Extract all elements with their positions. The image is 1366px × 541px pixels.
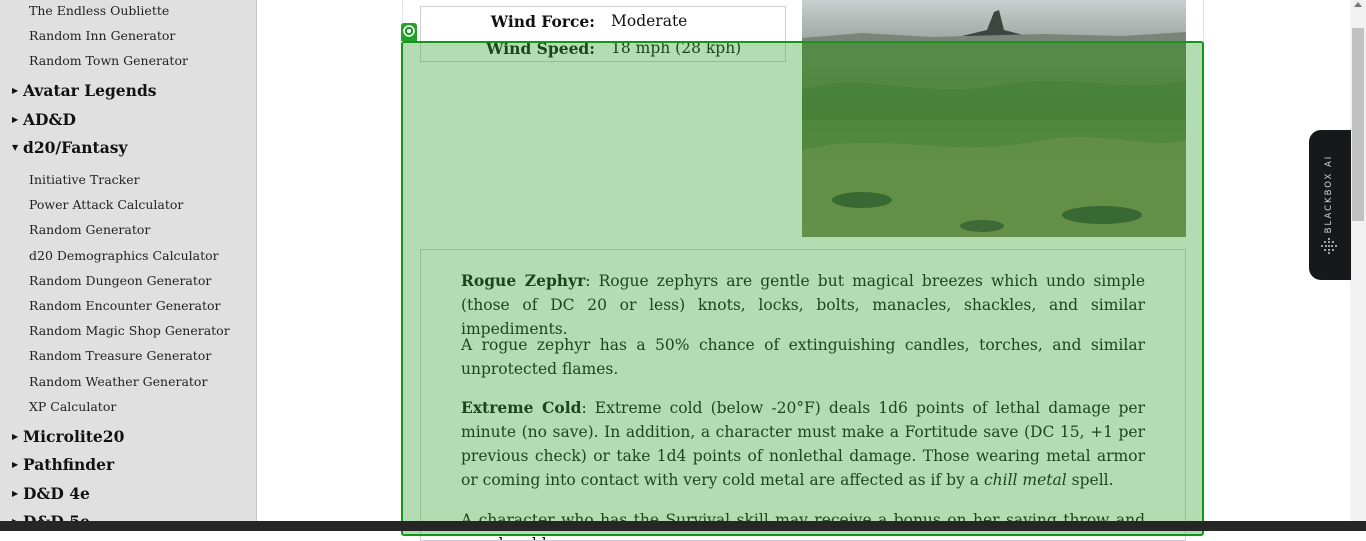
extreme-cold-term: Extreme Cold — [461, 398, 582, 417]
wind-speed-label: Wind Speed: — [486, 39, 595, 58]
sidebar-category-label: AD&D — [23, 110, 76, 129]
caret-right-icon: ▶ — [12, 488, 19, 498]
sidebar-category-label: Avatar Legends — [23, 81, 157, 100]
sidebar-category-dnd-4e[interactable]: ▶ D&D 4e — [12, 484, 90, 503]
wind-force-row: Wind Force: Moderate — [421, 12, 785, 36]
sidebar-category-label: D&D 5e — [23, 512, 90, 521]
scroll-thumb[interactable] — [1352, 28, 1364, 221]
sidebar-item-random-generator[interactable]: Random Generator — [29, 222, 150, 237]
rogue-zephyr-term: Rogue Zephyr — [461, 271, 586, 290]
landscape-image — [802, 0, 1186, 237]
sidebar-nav: The Endless Oubliette Random Inn Generat… — [0, 0, 257, 521]
sidebar-item-random-inn-generator[interactable]: Random Inn Generator — [29, 28, 175, 43]
description-box: Rogue Zephyr: Rogue zephyrs are gentle b… — [420, 249, 1186, 541]
caret-right-icon: ▶ — [12, 114, 19, 124]
sidebar-item-random-treasure-generator[interactable]: Random Treasure Generator — [29, 348, 211, 363]
sidebar-item-random-dungeon-generator[interactable]: Random Dungeon Generator — [29, 273, 211, 288]
sidebar-category-add[interactable]: ▶ AD&D — [12, 110, 76, 129]
chill-metal-spell: chill metal — [983, 471, 1067, 489]
extinguish-text: A rogue zephyr has a 50% chance of extin… — [461, 336, 1145, 378]
caret-down-icon: ▼ — [12, 142, 19, 152]
selection-marker[interactable] — [401, 23, 417, 41]
wind-speed-value: 18 mph (28 kph) — [611, 39, 742, 57]
sidebar-item-random-town-generator[interactable]: Random Town Generator — [29, 53, 188, 68]
sidebar-category-avatar-legends[interactable]: ▶ Avatar Legends — [12, 81, 157, 100]
sidebar-category-label: Pathfinder — [23, 455, 115, 474]
page-scrollbar[interactable] — [1350, 0, 1366, 521]
sidebar-category-microlite20[interactable]: ▶ Microlite20 — [12, 427, 124, 446]
wind-speed-row: Wind Speed: 18 mph (28 kph) — [421, 39, 785, 63]
sidebar-item-d20-demographics-calculator[interactable]: d20 Demographics Calculator — [29, 248, 219, 263]
sidebar-category-label: D&D 4e — [23, 484, 90, 503]
wind-force-value: Moderate — [611, 12, 688, 30]
sidebar-item-random-weather-generator[interactable]: Random Weather Generator — [29, 374, 207, 389]
extreme-cold-end: spell. — [1066, 471, 1114, 489]
sidebar-item-random-magic-shop-generator[interactable]: Random Magic Shop Generator — [29, 323, 230, 338]
sidebar-item-initiative-tracker[interactable]: Initiative Tracker — [29, 172, 140, 187]
bottom-taskbar — [0, 521, 1366, 531]
scroll-up-arrow-icon[interactable] — [1354, 2, 1362, 7]
blackbox-ai-label: BLACKBOX AI — [1324, 154, 1334, 234]
blackbox-logo-icon — [1320, 237, 1338, 255]
sidebar-item-xp-calculator[interactable]: XP Calculator — [29, 399, 116, 414]
caret-right-icon: ▶ — [12, 431, 19, 441]
caret-right-icon: ▶ — [12, 459, 19, 469]
rogue-zephyr-paragraph: Rogue Zephyr: Rogue zephyrs are gentle b… — [461, 269, 1145, 341]
wind-table: Wind Force: Moderate Wind Speed: 18 mph … — [420, 6, 786, 62]
sidebar-category-d20-fantasy[interactable]: ▼ d20/Fantasy — [12, 138, 127, 157]
sidebar-item-endless-oubliette[interactable]: The Endless Oubliette — [29, 3, 169, 18]
sidebar-category-label: d20/Fantasy — [23, 138, 128, 157]
sidebar-category-pathfinder[interactable]: ▶ Pathfinder — [12, 455, 114, 474]
sidebar-category-label: Microlite20 — [23, 427, 125, 446]
caret-right-icon: ▶ — [12, 85, 19, 95]
wind-force-label: Wind Force: — [490, 12, 595, 31]
sidebar-item-power-attack-calculator[interactable]: Power Attack Calculator — [29, 197, 183, 212]
extreme-cold-paragraph: Extreme Cold: Extreme cold (below -20°F)… — [461, 396, 1145, 492]
rogue-zephyr-extinguish-paragraph: A rogue zephyr has a 50% chance of extin… — [461, 333, 1145, 381]
sidebar-item-random-encounter-generator[interactable]: Random Encounter Generator — [29, 298, 221, 313]
sidebar-category-dnd-5e[interactable]: ▶D&D 5e — [12, 512, 90, 521]
